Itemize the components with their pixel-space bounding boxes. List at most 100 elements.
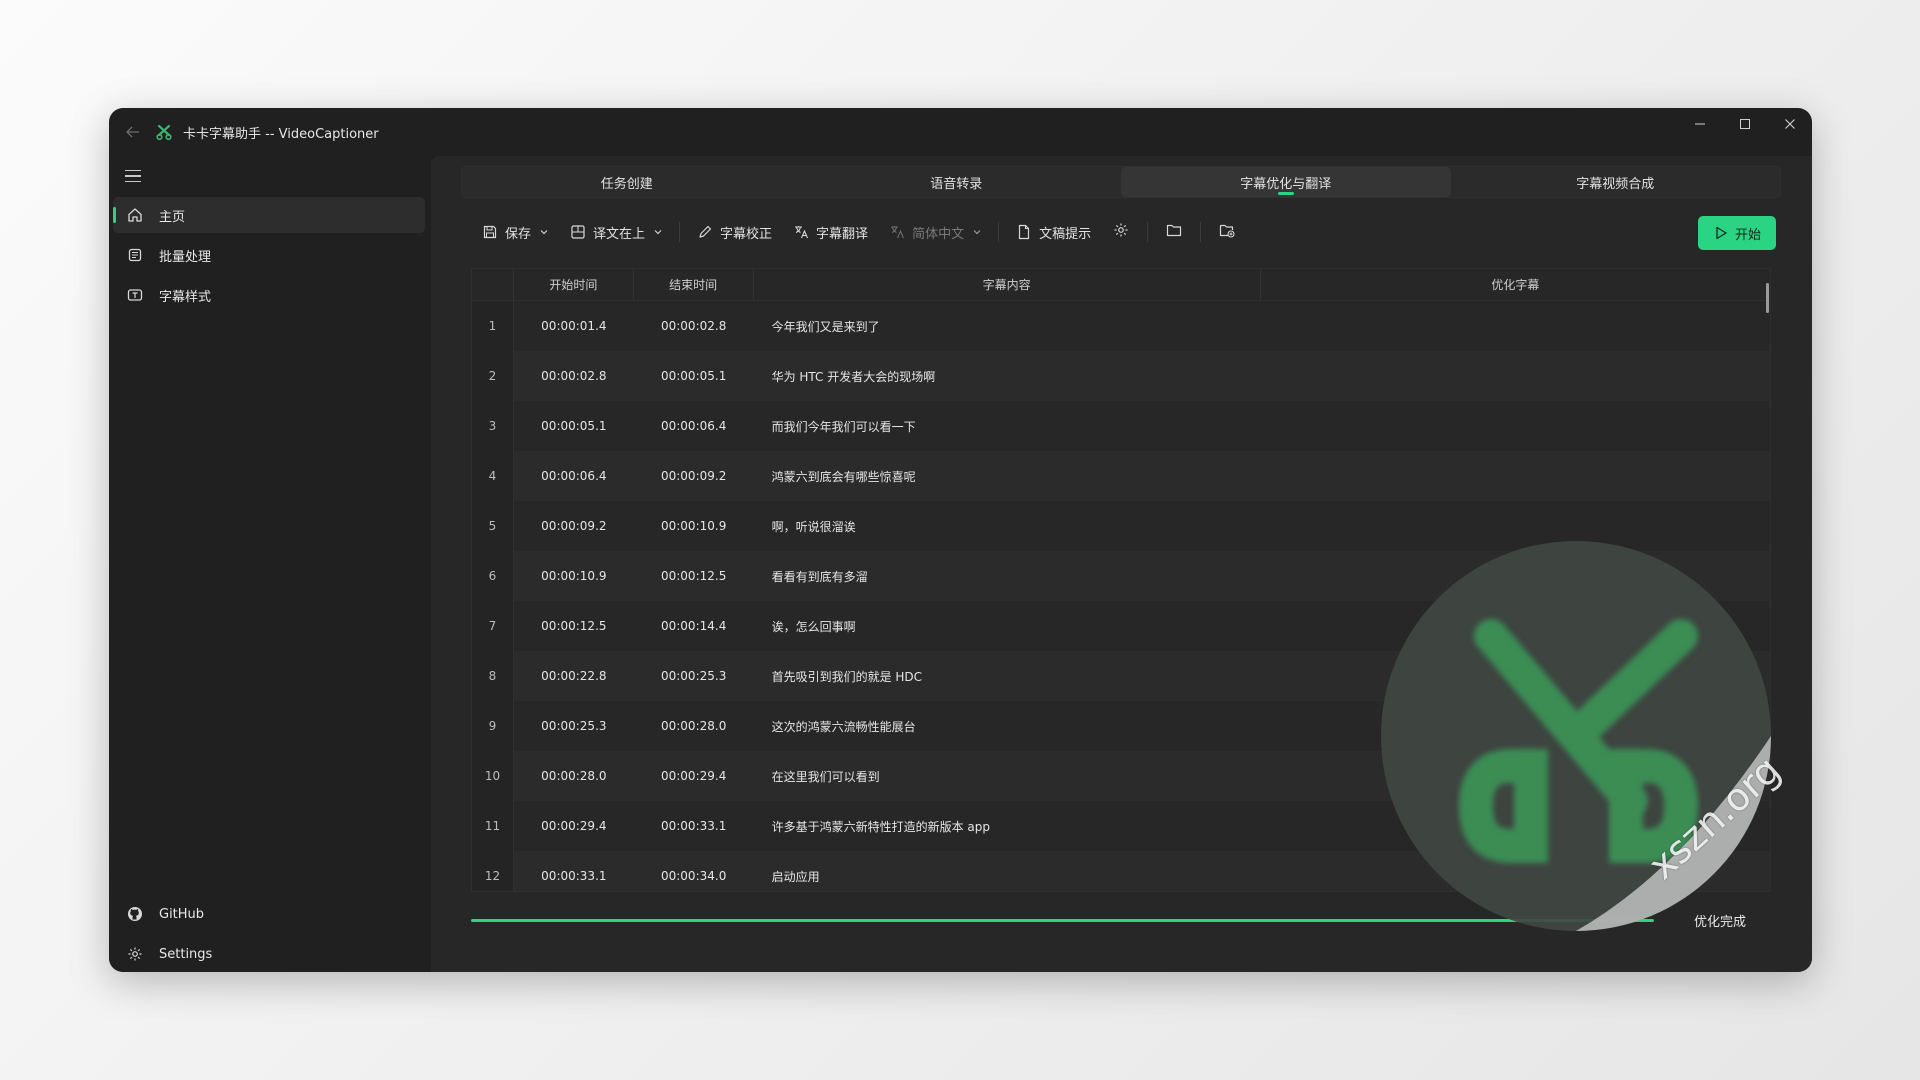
start-time-cell[interactable]: 00:00:12.5 — [514, 601, 634, 651]
table-row[interactable]: 8 00:00:22.8 00:00:25.3 首先吸引到我们的就是 HDC — [472, 651, 1770, 701]
table-row[interactable]: 7 00:00:12.5 00:00:14.4 诶，怎么回事啊 — [472, 601, 1770, 651]
optimized-text-cell[interactable] — [1261, 751, 1770, 801]
row-index[interactable]: 11 — [472, 801, 514, 851]
start-time-cell[interactable]: 00:00:29.4 — [514, 801, 634, 851]
row-index[interactable]: 12 — [472, 851, 514, 891]
table-scrollbar[interactable] — [1766, 283, 1769, 313]
optimized-text-cell[interactable] — [1261, 501, 1770, 551]
settings-button[interactable] — [1101, 216, 1141, 248]
file-select-button[interactable] — [1207, 216, 1247, 248]
end-time-cell[interactable]: 00:00:28.0 — [634, 701, 754, 751]
table-row[interactable]: 1 00:00:01.4 00:00:02.8 今年我们又是来到了 — [472, 301, 1770, 351]
minimize-icon[interactable] — [1677, 108, 1722, 140]
start-time-cell[interactable]: 00:00:09.2 — [514, 501, 634, 551]
subtitle-text-cell[interactable]: 鸿蒙六到底会有哪些惊喜呢 — [754, 451, 1261, 501]
row-index[interactable]: 4 — [472, 451, 514, 501]
close-icon[interactable] — [1767, 108, 1812, 140]
subtitle-text-cell[interactable]: 看看有到底有多溜 — [754, 551, 1261, 601]
tab-video-synthesis[interactable]: 字幕视频合成 — [1451, 167, 1781, 197]
row-index[interactable]: 3 — [472, 401, 514, 451]
start-time-cell[interactable]: 00:00:05.1 — [514, 401, 634, 451]
table-row[interactable]: 4 00:00:06.4 00:00:09.2 鸿蒙六到底会有哪些惊喜呢 — [472, 451, 1770, 501]
tab-transcription[interactable]: 语音转录 — [792, 167, 1122, 197]
row-index[interactable]: 10 — [472, 751, 514, 801]
optimized-text-cell[interactable] — [1261, 301, 1770, 351]
subtitle-text-cell[interactable]: 启动应用 — [754, 851, 1261, 891]
table-row[interactable]: 5 00:00:09.2 00:00:10.9 啊，听说很溜诶 — [472, 501, 1770, 551]
optimized-text-cell[interactable] — [1261, 551, 1770, 601]
table-row[interactable]: 12 00:00:33.1 00:00:34.0 启动应用 — [472, 851, 1770, 891]
start-time-cell[interactable]: 00:00:02.8 — [514, 351, 634, 401]
start-time-cell[interactable]: 00:00:33.1 — [514, 851, 634, 891]
end-time-cell[interactable]: 00:00:02.8 — [634, 301, 754, 351]
subtitle-text-cell[interactable]: 首先吸引到我们的就是 HDC — [754, 651, 1261, 701]
optimized-text-cell[interactable] — [1261, 651, 1770, 701]
end-time-cell[interactable]: 00:00:33.1 — [634, 801, 754, 851]
start-time-cell[interactable]: 00:00:28.0 — [514, 751, 634, 801]
header-optimized[interactable]: 优化字幕 — [1261, 269, 1770, 300]
sidebar-item-label: 主页 — [159, 209, 186, 225]
subtitle-text-cell[interactable]: 啊，听说很溜诶 — [754, 501, 1261, 551]
subtitle-text-cell[interactable]: 今年我们又是来到了 — [754, 301, 1261, 351]
table-row[interactable]: 9 00:00:25.3 00:00:28.0 这次的鸿蒙六流畅性能展台 — [472, 701, 1770, 751]
subtitle-text-cell[interactable]: 诶，怎么回事啊 — [754, 601, 1261, 651]
sidebar-item-github[interactable]: GitHub — [113, 896, 425, 932]
end-time-cell[interactable]: 00:00:25.3 — [634, 651, 754, 701]
table-row[interactable]: 10 00:00:28.0 00:00:29.4 在这里我们可以看到 — [472, 751, 1770, 801]
row-index[interactable]: 1 — [472, 301, 514, 351]
row-index[interactable]: 9 — [472, 701, 514, 751]
start-time-cell[interactable]: 00:00:06.4 — [514, 451, 634, 501]
target-language-dropdown[interactable]: 简体中文 — [878, 216, 992, 248]
row-index[interactable]: 8 — [472, 651, 514, 701]
row-index[interactable]: 5 — [472, 501, 514, 551]
tab-optimize-translate[interactable]: 字幕优化与翻译 — [1121, 167, 1451, 197]
end-time-cell[interactable]: 00:00:29.4 — [634, 751, 754, 801]
tab-task-create[interactable]: 任务创建 — [462, 167, 792, 197]
correct-button[interactable]: 字幕校正 — [686, 216, 782, 248]
subtitle-text-cell[interactable]: 许多基于鸿蒙六新特性打造的新版本 app — [754, 801, 1261, 851]
table-row[interactable]: 11 00:00:29.4 00:00:33.1 许多基于鸿蒙六新特性打造的新版本 a… — [472, 801, 1770, 851]
prompt-button[interactable]: 文稿提示 — [1005, 216, 1101, 248]
sidebar-item-home[interactable]: 主页 — [113, 197, 425, 233]
end-time-cell[interactable]: 00:00:14.4 — [634, 601, 754, 651]
subtitle-text-cell[interactable]: 在这里我们可以看到 — [754, 751, 1261, 801]
end-time-cell[interactable]: 00:00:12.5 — [634, 551, 754, 601]
row-index[interactable]: 6 — [472, 551, 514, 601]
optimized-text-cell[interactable] — [1261, 701, 1770, 751]
end-time-cell[interactable]: 00:00:06.4 — [634, 401, 754, 451]
start-time-cell[interactable]: 00:00:25.3 — [514, 701, 634, 751]
start-time-cell[interactable]: 00:00:10.9 — [514, 551, 634, 601]
table-row[interactable]: 2 00:00:02.8 00:00:05.1 华为 HTC 开发者大会的现场啊 — [472, 351, 1770, 401]
start-time-cell[interactable]: 00:00:01.4 — [514, 301, 634, 351]
subtitle-text-cell[interactable]: 华为 HTC 开发者大会的现场啊 — [754, 351, 1261, 401]
optimized-text-cell[interactable] — [1261, 401, 1770, 451]
layout-dropdown[interactable]: 译文在上 — [559, 216, 673, 248]
sidebar-item-batch[interactable]: 批量处理 — [113, 237, 425, 273]
back-arrow-icon[interactable] — [121, 120, 145, 144]
translate-button[interactable]: 字幕翻译 — [782, 216, 878, 248]
header-end-time[interactable]: 结束时间 — [634, 269, 754, 300]
optimized-text-cell[interactable] — [1261, 351, 1770, 401]
end-time-cell[interactable]: 00:00:10.9 — [634, 501, 754, 551]
maximize-icon[interactable] — [1722, 108, 1767, 140]
header-content[interactable]: 字幕内容 — [754, 269, 1261, 300]
start-button[interactable]: 开始 — [1698, 216, 1776, 250]
open-folder-button[interactable] — [1154, 216, 1194, 248]
subtitle-text-cell[interactable]: 这次的鸿蒙六流畅性能展台 — [754, 701, 1261, 751]
row-index[interactable]: 7 — [472, 601, 514, 651]
start-time-cell[interactable]: 00:00:22.8 — [514, 651, 634, 701]
optimized-text-cell[interactable] — [1261, 601, 1770, 651]
menu-icon[interactable] — [121, 164, 145, 188]
optimized-text-cell[interactable] — [1261, 451, 1770, 501]
sidebar-item-settings[interactable]: Settings — [113, 936, 425, 972]
row-index[interactable]: 2 — [472, 351, 514, 401]
header-start-time[interactable]: 开始时间 — [514, 269, 634, 300]
end-time-cell[interactable]: 00:00:09.2 — [634, 451, 754, 501]
end-time-cell[interactable]: 00:00:05.1 — [634, 351, 754, 401]
end-time-cell[interactable]: 00:00:34.0 — [634, 851, 754, 891]
sidebar-item-subtitle-style[interactable]: 字幕样式 — [113, 277, 425, 313]
save-button[interactable]: 保存 — [471, 216, 559, 248]
table-row[interactable]: 3 00:00:05.1 00:00:06.4 而我们今年我们可以看一下 — [472, 401, 1770, 451]
subtitle-text-cell[interactable]: 而我们今年我们可以看一下 — [754, 401, 1261, 451]
table-row[interactable]: 6 00:00:10.9 00:00:12.5 看看有到底有多溜 — [472, 551, 1770, 601]
